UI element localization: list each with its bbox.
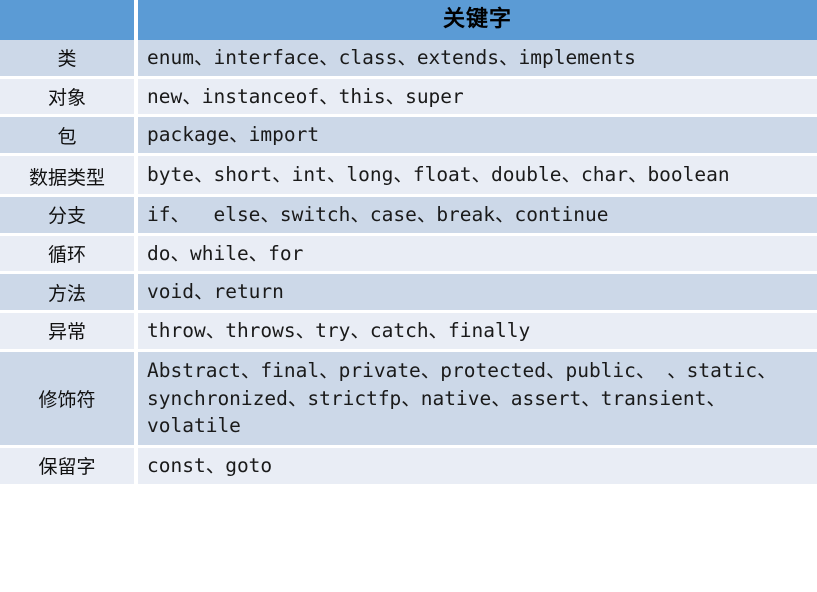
category-label-reserved: 保留字 bbox=[0, 447, 138, 484]
table-row-object: 对象 new、instanceof、this、super bbox=[0, 78, 817, 118]
header-title-keyword: 关键字 bbox=[138, 0, 817, 40]
table-row-branch: 分支 if、 else、switch、case、break、continue bbox=[0, 196, 817, 236]
table-row-method: 方法 void、return bbox=[0, 274, 817, 314]
keyword-list-object: new、instanceof、this、super bbox=[138, 78, 817, 118]
category-label-loop: 循环 bbox=[0, 235, 138, 275]
table-row-class: 类 enum、interface、class、extends、implement… bbox=[0, 40, 817, 79]
category-label-object: 对象 bbox=[0, 78, 138, 118]
table-row-package: 包 package、import bbox=[0, 117, 817, 157]
table-row-modifier: 修饰符 Abstract、final、private、protected、pub… bbox=[0, 351, 817, 448]
keyword-list-method: void、return bbox=[138, 274, 817, 314]
header-cell-category bbox=[0, 0, 138, 40]
keyword-list-loop: do、while、for bbox=[138, 235, 817, 275]
category-label-package: 包 bbox=[0, 117, 138, 157]
table-row-data-type: 数据类型 byte、short、int、long、float、double、ch… bbox=[0, 156, 817, 197]
java-keyword-table: 关键字 类 enum、interface、class、extends、imple… bbox=[0, 0, 817, 484]
category-label-modifier: 修饰符 bbox=[0, 351, 138, 448]
keyword-list-reserved: const、goto bbox=[138, 447, 817, 484]
table-body: 类 enum、interface、class、extends、implement… bbox=[0, 40, 817, 484]
table-row-reserved: 保留字 const、goto bbox=[0, 447, 817, 484]
keyword-list-data-type: byte、short、int、long、float、double、char、bo… bbox=[138, 156, 817, 197]
category-label-exception: 异常 bbox=[0, 313, 138, 352]
table-header: 关键字 bbox=[0, 0, 817, 40]
header-cell-keyword: 关键字 bbox=[138, 0, 817, 40]
header-row: 关键字 bbox=[0, 0, 817, 40]
table-row-exception: 异常 throw、throws、try、catch、finally bbox=[0, 313, 817, 352]
category-label-data-type: 数据类型 bbox=[0, 156, 138, 197]
category-label-branch: 分支 bbox=[0, 196, 138, 236]
category-label-method: 方法 bbox=[0, 274, 138, 314]
table-row-loop: 循环 do、while、for bbox=[0, 235, 817, 275]
keyword-list-exception: throw、throws、try、catch、finally bbox=[138, 313, 817, 352]
category-label-class: 类 bbox=[0, 40, 138, 79]
keyword-list-class: enum、interface、class、extends、implements bbox=[138, 40, 817, 79]
keyword-list-package: package、import bbox=[138, 117, 817, 157]
keyword-list-modifier: Abstract、final、private、protected、public、… bbox=[138, 351, 817, 448]
keyword-list-branch: if、 else、switch、case、break、continue bbox=[138, 196, 817, 236]
